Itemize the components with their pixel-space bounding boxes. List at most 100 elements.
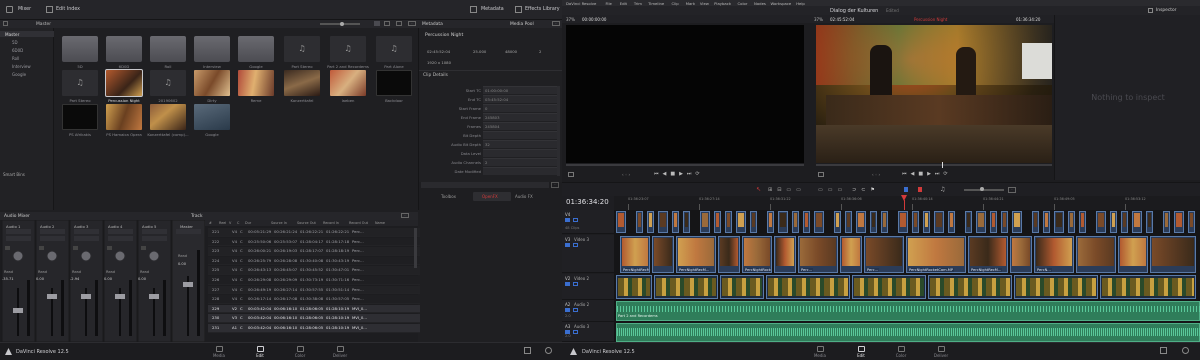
timeline-clip-v4[interactable] [1163,211,1170,233]
fader-cap[interactable] [149,294,159,299]
start-tc-field[interactable]: 01:00:00:00 [483,86,557,94]
track-lock-icon[interactable] [565,218,570,222]
column-header[interactable]: Source In [271,221,287,225]
clip-thumb[interactable] [150,104,186,130]
track-lock-icon[interactable] [565,243,570,247]
folder-icon[interactable] [62,36,98,62]
bins-toggle-icon[interactable] [3,21,8,26]
timeline-clip-v3[interactable]: PercN... [1034,236,1074,273]
end-frame-field[interactable]: 245803 [483,113,557,121]
more-options-icon[interactable]: ··· [552,21,560,26]
clip-thumb[interactable] [238,70,274,96]
frames-field[interactable]: 245804 [483,122,557,130]
program-transport-buttons[interactable]: ⏮◀■▶⏭⟳ [902,171,952,177]
timeline-clip-v4[interactable] [934,211,944,233]
automation-mode[interactable]: Read [4,270,13,274]
timeline-clip-v4[interactable] [1001,211,1008,233]
column-header[interactable]: Record In [323,221,339,225]
bin-item-interview[interactable]: Interview [12,64,31,69]
media-pool-tab[interactable]: Media Pool [510,22,534,27]
clip-thumb-black[interactable] [376,70,412,96]
source-viewer[interactable] [566,25,804,163]
edit-index-icon[interactable] [46,6,53,13]
column-header[interactable]: Record Out [349,221,368,225]
timeline-audio-clip-a2[interactable]: Part 2 and Recordems [616,301,1200,321]
table-row[interactable]: 226 V4 C 00:26:29:08 00:26:29:09 01:30:73:19 0… [208,276,420,285]
timeline-clip-v4[interactable] [898,211,908,233]
page-deliver[interactable]: Deliver [926,346,956,358]
track-lock-icon[interactable] [565,282,570,286]
zoom-handle[interactable] [980,187,984,191]
view-options-icon[interactable] [818,172,824,177]
fader-cap[interactable] [47,294,57,299]
timeline-clip-v4[interactable] [1132,211,1142,233]
timeline-clip-v3[interactable]: PercNightRecM... [620,236,650,273]
timeline-clip-v4[interactable] [1188,211,1195,233]
track-visibility-icon[interactable] [573,330,578,334]
pan-knob[interactable] [114,250,126,262]
timeline-clip-v4[interactable] [1054,211,1064,233]
end-tc-field[interactable]: 03:45:52:04 [483,95,557,103]
menu-item[interactable]: Color [738,1,748,6]
timeline-clip-v3[interactable]: PercNightRecM... [676,236,716,273]
master-fader-cap[interactable] [183,282,193,287]
automation-mode[interactable]: Read [72,270,81,274]
audio-clip-thumb[interactable]: ♫ [376,36,412,62]
timeline-ruler[interactable]: 01:36:23:07 01:36:27:14 01:36:31:22 01:36:3… [614,196,1200,210]
fader-cap[interactable] [115,294,125,299]
menu-item[interactable]: Nodes [754,1,766,6]
timeline-clip-v4[interactable] [814,211,824,233]
column-header[interactable]: # [209,221,212,225]
playhead-marker[interactable] [942,162,943,168]
bin-item-5d[interactable]: 5D [12,40,18,45]
track-header-a2[interactable]: A2 Audio 2 2.0 [562,300,614,322]
timeline-clip-v3[interactable]: PercNightRocketCam.MP [742,236,772,273]
list-view-icon[interactable] [384,21,390,26]
timeline-clip-v4[interactable] [700,211,710,233]
tab-audio-fx[interactable]: Audio FX [515,194,533,199]
timeline-clip-v3[interactable] [840,236,862,273]
timeline-clip-v4[interactable] [636,211,643,233]
pan-knob[interactable] [148,250,160,262]
track-header-a3[interactable]: A3 Audio 3 2.0 [562,322,614,342]
scrollbar[interactable] [557,86,560,176]
data-level-field[interactable] [483,149,557,157]
timeline-clip-v4[interactable] [750,211,757,233]
source-zoom[interactable]: 37% [566,17,575,22]
timeline-clip-v4[interactable] [856,211,866,233]
timeline-audio-clip-a3[interactable] [616,323,1200,342]
column-header[interactable]: Reel [219,221,226,225]
timeline-clip-v3[interactable]: PercNightRocketCam.MP [906,236,966,273]
timeline-clip-v3[interactable]: Perc... [864,236,904,273]
pan-knob[interactable] [80,250,92,262]
mixer-icon[interactable] [6,6,13,13]
select-tool-icon[interactable]: ↖ [756,187,762,193]
timeline-clip-v4[interactable] [1079,211,1086,233]
edit-index-button[interactable]: Edit Index [56,7,80,12]
timeline-clip-v2[interactable] [928,275,1012,299]
track-visibility-icon[interactable] [573,243,578,247]
timeline-clip-v4[interactable] [881,211,888,233]
timeline-clip-v4[interactable] [870,211,877,233]
smart-bins-label[interactable]: Smart Bins [3,172,25,177]
automation-mode[interactable]: Read [140,270,149,274]
menu-item[interactable]: Mark [686,1,695,6]
clip-thumb-black[interactable] [62,104,98,130]
timeline-clip-v2[interactable] [720,275,764,299]
page-color[interactable]: Color [285,346,315,358]
timeline-clip-v4[interactable] [1121,211,1128,233]
timeline-clip-v4[interactable] [845,211,852,233]
timeline-clip-v3[interactable] [652,236,674,273]
timeline-clip-v3[interactable] [1010,236,1032,273]
timeline-clip-v4[interactable] [647,211,654,233]
timeline-clip-v3[interactable]: Perc... [798,236,838,273]
program-zoom[interactable]: 37% [814,17,823,22]
track-visibility-icon[interactable] [573,218,578,222]
inspector-icon[interactable] [1148,8,1153,13]
clip-thumb-selected[interactable] [105,69,143,97]
metadata-icon[interactable] [470,6,477,13]
folder-icon[interactable] [106,36,142,62]
column-header[interactable]: Dur [245,221,251,225]
slider-handle[interactable] [340,21,344,26]
audio-icon[interactable]: ♫ [940,186,945,193]
